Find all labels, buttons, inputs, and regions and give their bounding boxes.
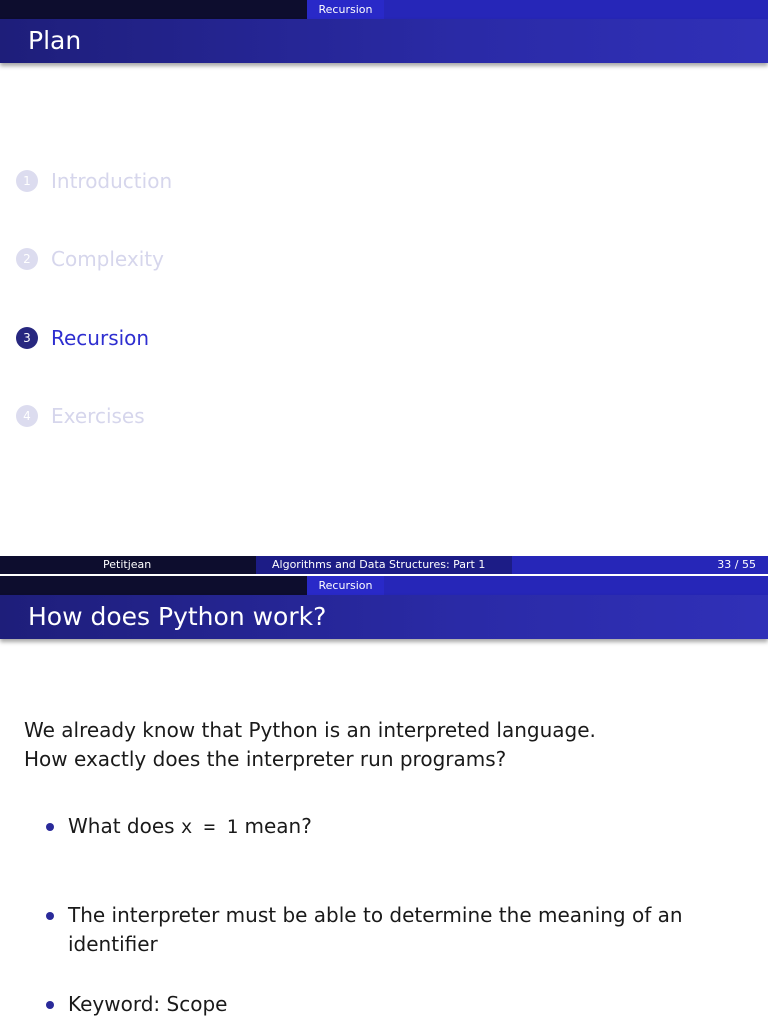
section-navigation: Recursion (0, 576, 768, 595)
toc-label: Exercises (51, 404, 145, 428)
footer-author: Petitjean (0, 556, 256, 574)
bullet-text: What does x = 1 mean? (68, 812, 312, 842)
bullet-item-x-equals-one: What does x = 1 mean? (46, 812, 706, 842)
intro-line-1: We already know that Python is an interp… (24, 718, 596, 742)
bullet-icon (46, 1001, 54, 1009)
toc-item-complexity[interactable]: 2 Complexity (16, 246, 164, 272)
frame-title-bar: How does Python work? (0, 595, 768, 639)
toc-number-badge: 1 (16, 170, 38, 192)
toc-label: Introduction (51, 169, 173, 193)
footer-page-number: 33 / 55 (512, 556, 768, 574)
frame-title: Plan (28, 26, 82, 55)
section-navigation: Recursion (0, 0, 768, 19)
slide-footer-bar: Petitjean Algorithms and Data Structures… (0, 556, 768, 574)
toc-label: Complexity (51, 247, 164, 271)
toc-label: Recursion (51, 326, 150, 350)
intro-line-2: How exactly does the interpreter run pro… (24, 747, 507, 771)
toc-item-recursion[interactable]: 3 Recursion (16, 325, 149, 351)
frame-title: How does Python work? (28, 602, 327, 631)
nav-section-recursion[interactable]: Recursion (307, 576, 384, 595)
toc-item-exercises[interactable]: 4 Exercises (16, 403, 145, 429)
bullet-text-post: mean? (238, 814, 312, 838)
bullet-text: Keyword: Scope (68, 992, 228, 1016)
bullet-icon (46, 912, 54, 920)
bullet-item-identifier: The interpreter must be able to determin… (46, 901, 706, 959)
frame-title-bar: Plan (0, 19, 768, 63)
footer-author-text: Petitjean (103, 558, 152, 571)
toc-number-badge: 4 (16, 405, 38, 427)
toc-number-badge: 2 (16, 248, 38, 270)
bullet-text-pre: What does (68, 814, 181, 838)
nav-strip-fill (384, 576, 768, 595)
code-snippet: x = 1 (180, 816, 239, 838)
nav-strip-fill (384, 0, 768, 19)
footer-title: Algorithms and Data Structures: Part 1 (256, 556, 512, 574)
nav-section-recursion[interactable]: Recursion (307, 0, 384, 19)
bullet-icon (46, 823, 54, 831)
toc-number-badge: 3 (16, 327, 38, 349)
footer-title-text: Algorithms and Data Structures: Part 1 (272, 558, 486, 571)
footer-page-text: 33 / 55 (717, 558, 756, 571)
slide-plan: Recursion Plan 1 Introduction 2 Complexi… (0, 0, 768, 556)
bullet-item-scope: Keyword: Scope (46, 990, 706, 1019)
slide-how-python-works: Recursion How does Python work? We alrea… (0, 576, 768, 1024)
bullet-text: The interpreter must be able to determin… (68, 903, 683, 956)
toc-item-introduction[interactable]: 1 Introduction (16, 168, 172, 194)
